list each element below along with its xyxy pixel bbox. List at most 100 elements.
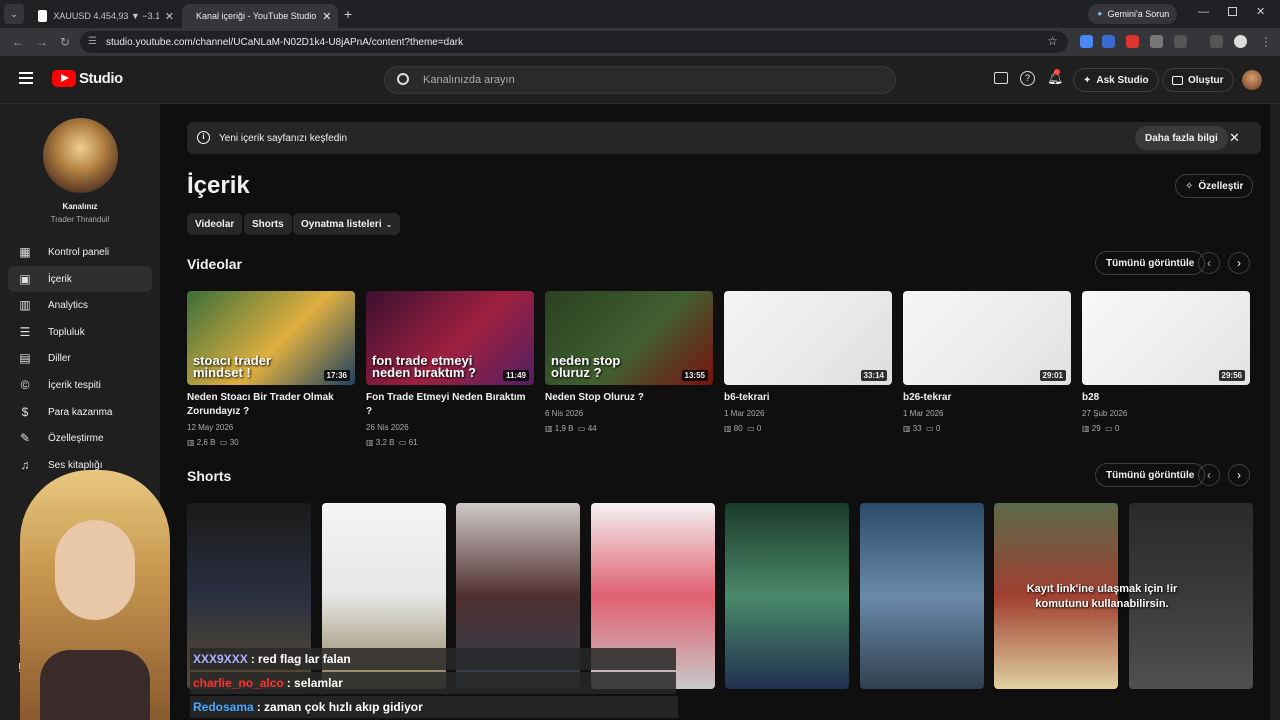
next-shorts-button[interactable]: ›	[1228, 464, 1250, 486]
video-duration: 33:14	[860, 370, 887, 381]
prev-shorts-button[interactable]: ‹	[1198, 464, 1220, 486]
site-info-icon[interactable]: ☰	[88, 36, 97, 47]
tab-youtube-studio[interactable]: Kanal içeriği - YouTube Studio ✕	[182, 4, 338, 28]
video-card[interactable]: stoacı trader mindset ! 17:36 Neden Stoacı…	[187, 291, 355, 449]
video-title[interactable]: b6-tekrari	[724, 391, 892, 405]
video-title[interactable]: b26-tekrar	[903, 391, 1071, 405]
video-card[interactable]: fon trade etmeyi neden bıraktım ? 11:49 Fo…	[366, 291, 534, 449]
view-all-shorts-button[interactable]: Tümünü görüntüle	[1095, 463, 1206, 487]
video-date: 26 Nis 2026	[366, 423, 409, 432]
chip-playlists[interactable]: Oynatma listeleri ⌄	[293, 213, 401, 235]
next-videos-button[interactable]: ›	[1228, 252, 1250, 274]
comment-count: 0	[756, 424, 762, 433]
chip-videos[interactable]: Videolar	[187, 213, 243, 235]
account-avatar[interactable]	[1242, 70, 1262, 90]
channel-label: Kanalınız	[62, 202, 98, 211]
search-icon	[397, 73, 409, 85]
ask-studio-button[interactable]: ✦ Ask Studio	[1073, 68, 1159, 92]
gemini-button[interactable]: ✦ Gemini'a Sorun	[1088, 4, 1178, 24]
comments-icon: ▭	[1105, 424, 1115, 433]
extensions-puzzle-icon[interactable]	[1174, 35, 1187, 48]
sidebar-item-languages[interactable]: ▤ Diller	[8, 345, 152, 371]
views-icon: ▥	[903, 424, 913, 433]
reading-list-icon[interactable]	[1210, 35, 1223, 48]
url-field[interactable]: ☰ studio.youtube.com/channel/UCaNLaM-N02…	[80, 31, 1068, 53]
forward-icon[interactable]: →	[36, 35, 48, 49]
hamburger-menu-icon[interactable]	[19, 72, 33, 84]
extension-icon[interactable]	[1080, 35, 1093, 48]
extension-icon[interactable]	[1102, 35, 1115, 48]
tab-xauusd[interactable]: XAUUSD 4.454,93 ▼ −3.19% A... ✕	[30, 4, 182, 28]
more-menu-icon[interactable]: ⋮	[1260, 35, 1272, 49]
close-window-icon[interactable]: ✕	[1256, 5, 1265, 18]
video-card[interactable]: 29:01 b26-tekrar 1 Mar 2026 ▥ 33 ▭ 0	[903, 291, 1071, 435]
sidebar-item-analytics[interactable]: ▥ Analytics	[8, 292, 152, 318]
notification-dot	[1054, 69, 1060, 75]
sidebar-item-content[interactable]: ▣ İçerik	[8, 266, 152, 292]
close-tab-icon[interactable]: ✕	[165, 10, 174, 23]
scrollbar[interactable]	[1270, 104, 1280, 720]
new-tab-button[interactable]: +	[344, 6, 352, 22]
tab-list-button[interactable]: ⌄	[4, 4, 24, 24]
video-duration: 13:55	[681, 370, 708, 381]
views-icon: ▥	[724, 424, 734, 433]
close-banner-icon[interactable]: ✕	[1229, 130, 1240, 146]
video-thumbnail[interactable]: stoacı trader mindset ! 17:36	[187, 291, 355, 385]
sidebar-item-monetization[interactable]: $ Para kazanma	[8, 399, 152, 425]
comments-icon: ▭	[398, 438, 409, 447]
profile-icon[interactable]	[1234, 35, 1247, 48]
video-title[interactable]: Neden Stoacı Bir Trader Olmak Zorundayız…	[187, 391, 355, 419]
chat-username: XXX9XXX	[193, 652, 248, 666]
bookmark-star-icon[interactable]: ☆	[1047, 34, 1058, 48]
prev-videos-button[interactable]: ‹	[1198, 252, 1220, 274]
video-thumbnail[interactable]: 29:56	[1082, 291, 1250, 385]
learn-more-button[interactable]: Daha fazla bilgi	[1135, 126, 1228, 150]
video-title[interactable]: Fon Trade Etmeyi Neden Bıraktım ?	[366, 391, 534, 419]
comment-count: 30	[229, 438, 239, 447]
sidebar-item-content-detection[interactable]: © İçerik tespiti	[8, 372, 152, 398]
video-card[interactable]: 29:56 b28 27 Şub 2026 ▥ 29 ▭ 0	[1082, 291, 1250, 435]
comment-count: 0	[1114, 424, 1120, 433]
video-card[interactable]: 33:14 b6-tekrari 1 Mar 2026 ▥ 80 ▭ 0	[724, 291, 892, 435]
sparkle-icon: ✦	[1083, 74, 1092, 86]
messages-icon[interactable]	[994, 72, 1008, 84]
short-thumbnail[interactable]	[859, 503, 984, 689]
short-thumbnail[interactable]	[725, 503, 849, 689]
video-stats: ▥ 29 ▭ 0	[1082, 422, 1250, 435]
videos-section-title: Videolar	[187, 256, 242, 272]
sidebar-item-dashboard[interactable]: ▦ Kontrol paneli	[8, 239, 152, 265]
reload-icon[interactable]: ↻	[60, 35, 70, 49]
create-button[interactable]: Oluştur	[1162, 68, 1234, 92]
search-input[interactable]: Kanalınızda arayın	[384, 66, 896, 94]
video-stats: ▥ 80 ▭ 0	[724, 422, 892, 435]
channel-avatar[interactable]	[43, 118, 118, 193]
close-tab-icon[interactable]: ✕	[322, 10, 331, 23]
video-thumbnail[interactable]: fon trade etmeyi neden bıraktım ? 11:49	[366, 291, 534, 385]
maximize-icon[interactable]	[1228, 7, 1237, 16]
customize-button[interactable]: ✧ Özelleştir	[1175, 174, 1254, 198]
sidebar-item-community[interactable]: ☰ Topluluk	[8, 319, 152, 345]
help-icon[interactable]: ?	[1020, 71, 1035, 86]
studio-logo[interactable]: Studio	[52, 70, 123, 87]
comments-icon: ▭	[747, 424, 757, 433]
video-title[interactable]: b28	[1082, 391, 1250, 405]
back-icon[interactable]: ←	[12, 35, 24, 49]
thumbnail-text: fon trade etmeyi neden bıraktım ?	[372, 353, 477, 380]
video-thumbnail[interactable]: 29:01	[903, 291, 1071, 385]
view-all-videos-button[interactable]: Tümünü görüntüle	[1095, 251, 1206, 275]
chat-username: charlie_no_alco	[193, 676, 284, 690]
video-thumbnail[interactable]: neden stop oluruz ? 13:55	[545, 291, 713, 385]
extension-icon[interactable]	[1150, 35, 1163, 48]
video-title[interactable]: Neden Stop Oluruz ?	[545, 391, 713, 405]
view-count: 2,6 B	[196, 438, 216, 447]
chip-shorts[interactable]: Shorts	[244, 213, 292, 235]
sidebar-item-customization[interactable]: ✎ Özelleştirme	[8, 425, 152, 451]
page-title: İçerik	[187, 172, 250, 199]
view-count: 3,2 B	[375, 438, 395, 447]
video-card[interactable]: neden stop oluruz ? 13:55 Neden Stop Oluru…	[545, 291, 713, 435]
minimize-icon[interactable]: —	[1198, 6, 1209, 18]
abp-icon[interactable]	[1126, 35, 1139, 48]
tradingview-icon	[38, 10, 48, 22]
comment-count: 0	[935, 424, 941, 433]
video-thumbnail[interactable]: 33:14	[724, 291, 892, 385]
